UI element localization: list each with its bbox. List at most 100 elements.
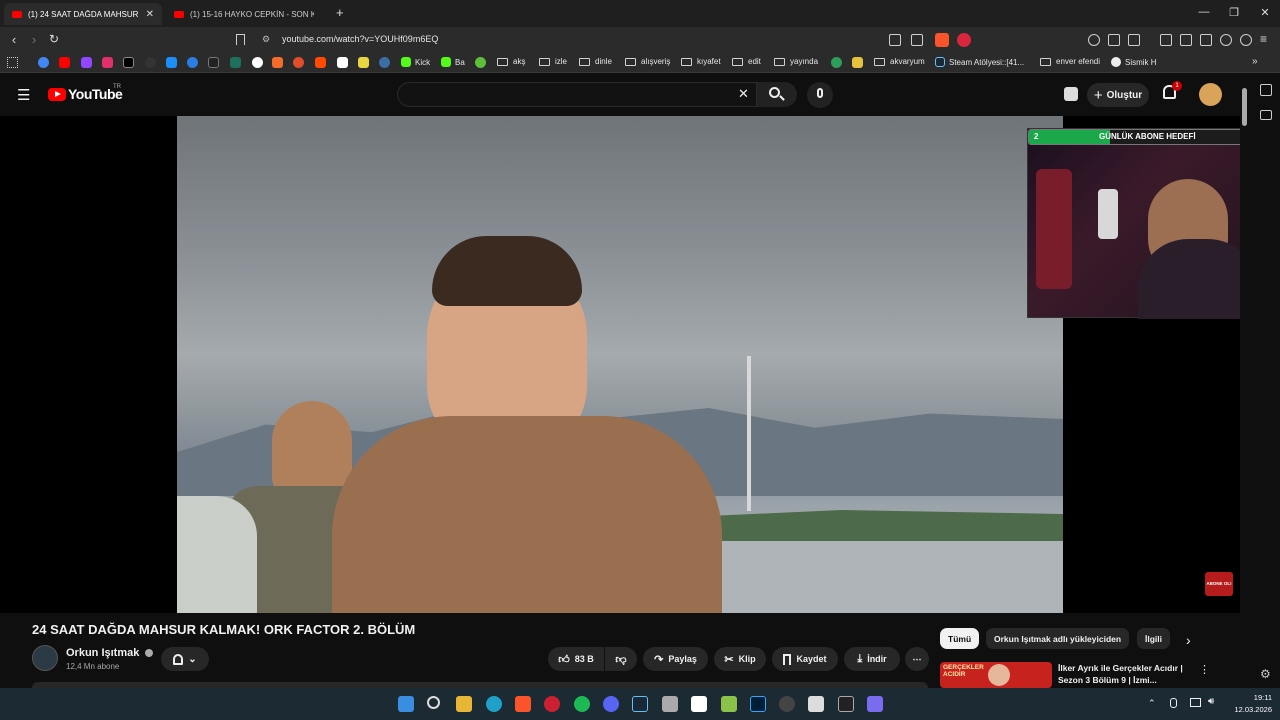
github-icon[interactable] (145, 57, 156, 68)
bookmark-folder-aks[interactable]: akş (497, 57, 525, 66)
account-avatar[interactable] (1199, 83, 1222, 106)
video-frame[interactable] (177, 116, 1063, 613)
cloud-icon[interactable] (166, 57, 177, 68)
bookmark-kick[interactable]: Kick (401, 57, 430, 67)
tab-youtube-video[interactable]: (1) 24 SAAT DAĞDA MAHSUR KALMAK ✕ (4, 3, 162, 25)
channel-name[interactable]: Orkun Işıtmak (66, 647, 154, 659)
sidebar-icon[interactable] (1180, 34, 1192, 46)
epic-games-icon[interactable] (838, 696, 854, 712)
wallet-icon[interactable] (1200, 34, 1212, 46)
media-controls-icon[interactable] (1160, 34, 1172, 46)
app-icon[interactable] (721, 696, 737, 712)
chevron-up-icon[interactable]: ⌃ (1148, 698, 1156, 709)
channel-avatar[interactable] (32, 645, 58, 671)
site-info-icon[interactable]: ⚙ (262, 34, 270, 45)
reload-icon[interactable]: ↻ (46, 32, 62, 46)
side-panel-icon[interactable] (1260, 110, 1272, 120)
circle-icon[interactable] (252, 57, 263, 68)
x-icon[interactable] (123, 57, 134, 68)
m-icon[interactable] (315, 57, 326, 68)
close-tab-icon[interactable]: ✕ (146, 9, 154, 20)
chat-icon[interactable] (852, 57, 863, 68)
minimize-window-icon[interactable]: — (1197, 6, 1211, 18)
play-icon[interactable] (187, 57, 198, 68)
wm-icon[interactable] (208, 57, 219, 68)
twitch-icon[interactable] (81, 57, 92, 68)
bookmark-sismik[interactable]: Sismik H (1111, 57, 1157, 67)
bookmark-folder-akvaryum[interactable]: akvaryum (874, 57, 925, 66)
capcut-icon[interactable] (691, 696, 707, 712)
guide-menu-icon[interactable]: ☰ (17, 86, 30, 104)
paper-icon[interactable] (358, 57, 369, 68)
voice-search-button[interactable] (807, 82, 833, 108)
app-icon[interactable] (867, 696, 883, 712)
extensions-icon[interactable] (1108, 34, 1120, 46)
page-scrollbar[interactable] (1242, 88, 1247, 126)
recommendation-title[interactable]: İlker Ayrık ile Gerçekler Acıdır | Sezon… (1058, 662, 1198, 686)
discord-icon[interactable] (603, 696, 619, 712)
vpn-shield-icon[interactable] (1088, 34, 1100, 46)
volume-icon[interactable]: 🔊︎ (1208, 696, 1214, 707)
network-icon[interactable] (1190, 698, 1201, 707)
amazon-icon[interactable] (337, 57, 348, 68)
globe-icon[interactable] (379, 57, 390, 68)
q-icon[interactable] (831, 57, 842, 68)
bookmark-folder-yayinda[interactable]: yayında (774, 57, 818, 66)
brave-shield-icon[interactable] (935, 33, 949, 47)
target-icon[interactable] (293, 57, 304, 68)
cast-icon[interactable] (889, 34, 901, 46)
search-input[interactable]: ✕ (397, 82, 757, 107)
more-bookmarks-icon[interactable]: » (1252, 56, 1258, 67)
close-window-icon[interactable]: ✕ (1258, 6, 1272, 19)
bookmark-folder-izle[interactable]: izle (539, 57, 567, 66)
back-icon[interactable]: ‹ (6, 32, 22, 47)
bookmark-folder-alisveris[interactable]: alışveriş (625, 57, 670, 66)
share-page-icon[interactable] (911, 34, 923, 46)
extension-icon[interactable] (1064, 87, 1078, 101)
side-panel-icon[interactable] (1260, 84, 1272, 96)
profile-icon[interactable] (1240, 34, 1252, 46)
bookmark-steam[interactable]: Steam Atölyesi::[41... (935, 57, 1024, 67)
bookmark-page-icon[interactable] (236, 34, 245, 45)
dislike-button[interactable]: 👎︎ (605, 647, 637, 671)
leaf-icon[interactable] (230, 57, 241, 68)
brave-icon[interactable] (515, 696, 531, 712)
search-icon[interactable] (427, 696, 440, 709)
google-icon[interactable] (38, 57, 49, 68)
leo-ai-icon[interactable] (1220, 34, 1232, 46)
microphone-tray-icon[interactable] (1170, 698, 1177, 708)
chip-from-uploader[interactable]: Orkun Işıtmak adlı yükleyiciden (986, 628, 1130, 649)
more-vertical-icon[interactable]: ⋮ (1199, 663, 1210, 676)
recommendation-thumbnail[interactable]: GERÇEKLER ACIDIR (940, 662, 1052, 688)
hb-icon[interactable] (272, 57, 283, 68)
restore-window-icon[interactable]: ❐ (1227, 6, 1241, 19)
download-button[interactable]: ⤓ İndir (844, 647, 900, 671)
youtube-icon[interactable] (59, 57, 70, 68)
more-actions-button[interactable]: ⋯ (905, 647, 929, 671)
windows-start-icon[interactable] (398, 696, 414, 712)
bookmark-ba[interactable]: Ba (441, 57, 465, 67)
like-button[interactable]: 👍︎ 83 B (548, 647, 604, 671)
settings-gear-icon[interactable]: ⚙ (1260, 667, 1271, 681)
forward-icon[interactable]: › (26, 32, 42, 47)
bookmark-folder-enver[interactable]: enver efendi (1040, 57, 1100, 66)
share-button[interactable]: ↷ Paylaş (643, 647, 708, 671)
clip-button[interactable]: ✂ Klip (714, 647, 766, 671)
bookmark-folder-kiyafet[interactable]: kıyafet (681, 57, 721, 66)
screenshot-icon[interactable] (1128, 34, 1140, 46)
edge-icon[interactable] (486, 696, 502, 712)
tab-hayko-video[interactable]: (1) 15-16 HAYKO CEPKİN - SON KEZ (166, 3, 322, 25)
clear-search-icon[interactable]: ✕ (738, 86, 749, 102)
instagram-icon[interactable] (102, 57, 113, 68)
address-bar-url[interactable]: youtube.com/watch?v=YOUHf09m6EQ (282, 34, 438, 44)
brave-rewards-icon[interactable] (957, 33, 971, 47)
subscription-bell-button[interactable]: ⌄ (161, 647, 209, 671)
spotify-icon[interactable] (574, 696, 590, 712)
chip-related[interactable]: İlgili (1137, 628, 1170, 649)
chevron-right-icon[interactable]: › (1186, 632, 1191, 648)
apps-grid-icon[interactable] (7, 57, 18, 68)
opera-icon[interactable] (544, 696, 560, 712)
chip-all[interactable]: Tümü (940, 628, 980, 649)
search-button[interactable] (757, 82, 797, 107)
save-button[interactable]: Kaydet (772, 647, 838, 671)
